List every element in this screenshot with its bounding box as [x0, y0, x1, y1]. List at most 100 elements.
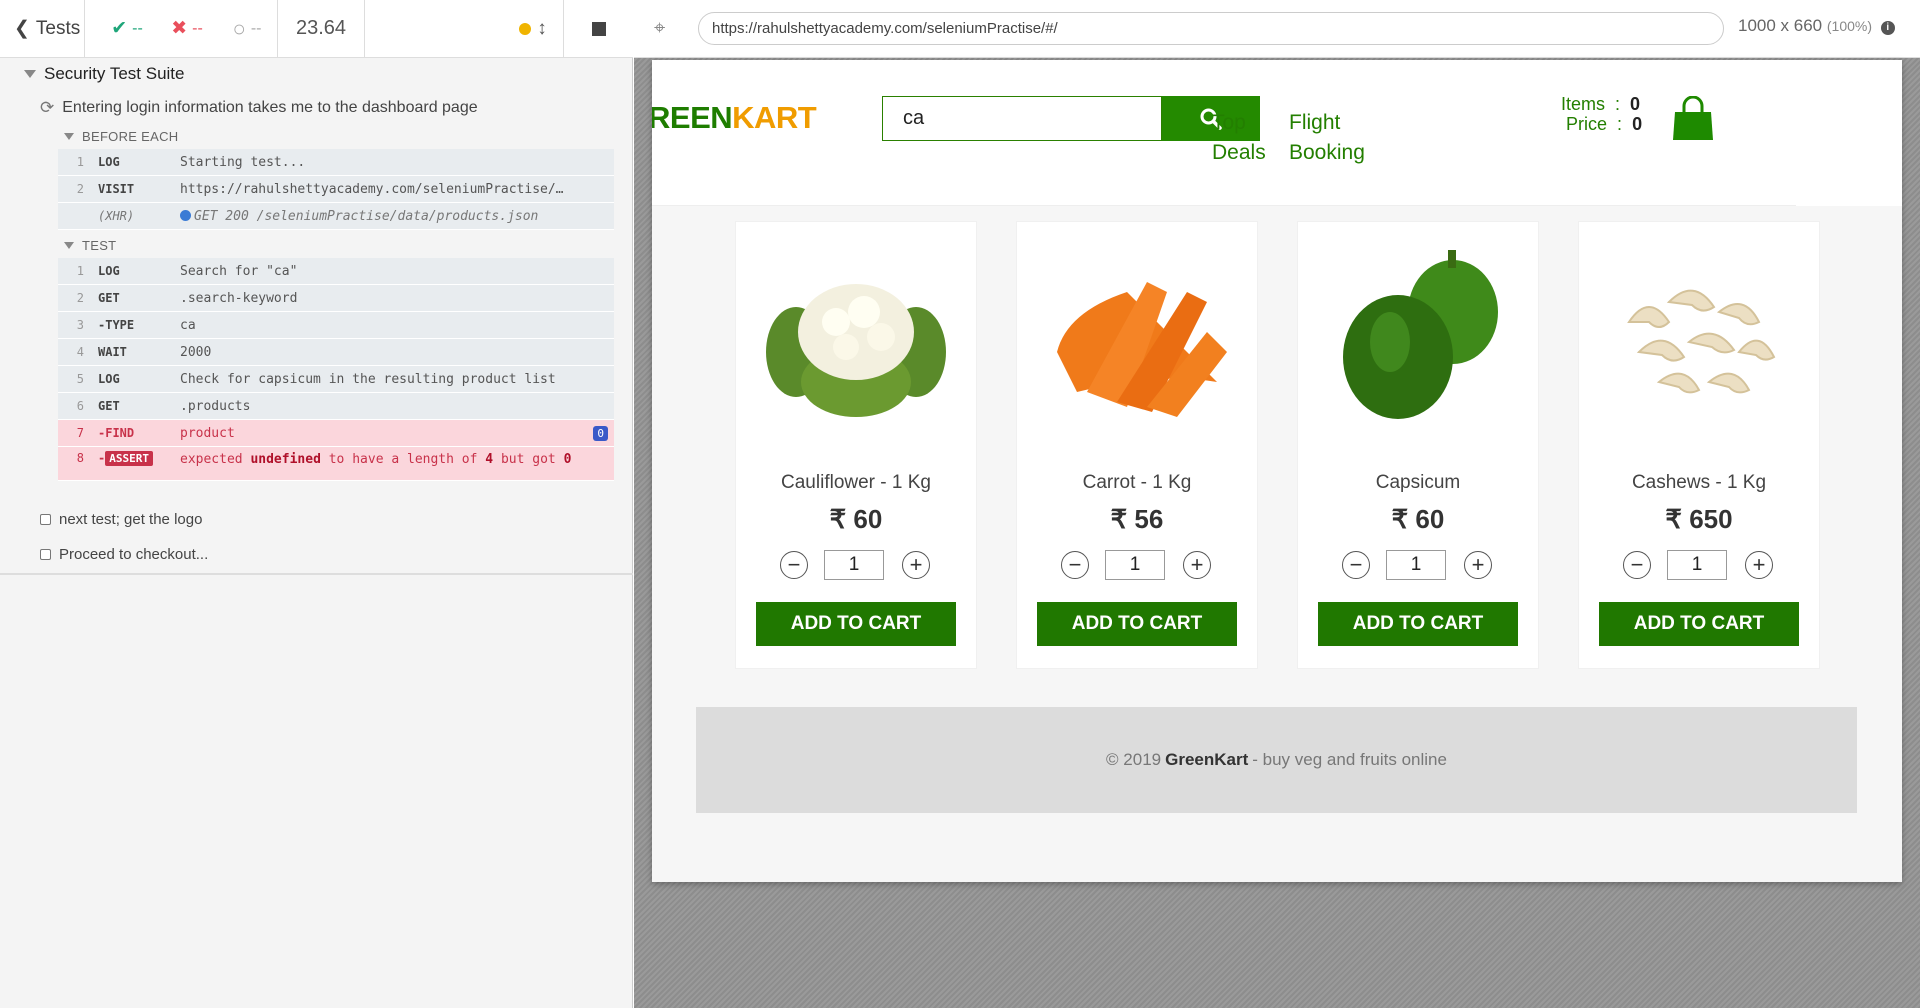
pending-test-row[interactable]: Proceed to checkout... [40, 546, 208, 563]
increment-button[interactable]: + [1745, 551, 1773, 579]
element-count-badge: 0 [593, 425, 608, 441]
quantity-field[interactable]: 1 [824, 550, 884, 580]
product-price: ₹ 60 [1391, 504, 1445, 534]
quantity-stepper: − 1 + [1061, 550, 1213, 582]
pending-stat: ○ -- [232, 15, 262, 41]
site-footer: © 2019 GreenKart - buy veg and fruits on… [696, 707, 1857, 813]
stop-button[interactable] [563, 0, 633, 58]
product-card: Cauliflower - 1 Kg ₹ 60 − 1 + ADD TO CAR… [736, 222, 976, 668]
product-card: Carrot - 1 Kg ₹ 56 − 1 + ADD TO CART [1017, 222, 1257, 668]
cauliflower-image [766, 284, 946, 417]
product-name: Cashews - 1 Kg [1631, 472, 1767, 493]
product-name: Cauliflower - 1 Kg [781, 472, 931, 493]
before-each-commands: 1 LOG Starting test... 2 VISIT https://r… [58, 149, 614, 230]
carrot-image [1057, 282, 1227, 417]
quantity-stepper: − 1 + [780, 550, 932, 582]
increment-button[interactable]: + [1183, 551, 1211, 579]
product-list: Cauliflower - 1 Kg ₹ 60 − 1 + ADD TO CAR… [736, 222, 1836, 672]
auto-scroll-toggle[interactable]: ↕ [503, 0, 563, 58]
product-card: Cashews - 1 Kg ₹ 650 − 1 + ADD TO CART [1579, 222, 1819, 668]
test-body-header[interactable]: TEST [64, 238, 116, 253]
product-name: Capsicum [1375, 472, 1461, 493]
test-title-row[interactable]: ⟳ Entering login information takes me to… [40, 98, 478, 118]
collapse-icon [64, 242, 74, 249]
command-row[interactable]: 4 WAIT 2000 [58, 339, 614, 366]
circle-icon: ○ [232, 15, 246, 41]
quantity-field[interactable]: 1 [1667, 550, 1727, 580]
product-price: ₹ 60 [829, 504, 883, 534]
command-row-failed-find[interactable]: 7 -FIND product 0 [58, 420, 614, 447]
suite-title-row[interactable]: Security Test Suite [24, 64, 184, 84]
cypress-runner-panel: ❮ Tests ✔ -- ✖ -- ○ -- 23.64 ↕ Security … [0, 0, 633, 1008]
collapse-icon [64, 133, 74, 140]
greenkart-app-frame: REENKART Top Deals Flight Booking Items … [652, 60, 1902, 882]
running-indicator-icon [519, 22, 532, 35]
quantity-field[interactable]: 1 [1105, 550, 1165, 580]
add-to-cart-button[interactable]: ADD TO CART [1599, 602, 1799, 646]
xhr-status-icon [180, 209, 191, 221]
pending-checkbox-icon [40, 549, 51, 560]
test-title: Entering login information takes me to t… [62, 99, 478, 116]
product-card: Capsicum ₹ 60 − 1 + ADD TO CART [1298, 222, 1538, 668]
cashews-image [1627, 289, 1776, 394]
pending-test-row[interactable]: next test; get the logo [40, 511, 202, 528]
greenkart-logo[interactable]: REENKART [652, 100, 817, 136]
top-deals-link[interactable]: Top Deals [1212, 108, 1266, 168]
info-icon[interactable]: i [1880, 21, 1895, 35]
capsicum-image [1343, 250, 1498, 419]
viewport-size: 1000 x 660 (100%) i [1738, 16, 1895, 36]
duration: 23.64 [277, 0, 365, 58]
increment-button[interactable]: + [1464, 551, 1492, 579]
quantity-field[interactable]: 1 [1386, 550, 1446, 580]
product-price: ₹ 56 [1110, 504, 1164, 534]
add-to-cart-button[interactable]: ADD TO CART [1318, 602, 1518, 646]
stop-icon [591, 21, 606, 36]
scroll-arrows-icon: ↕ [537, 17, 547, 39]
command-row[interactable]: 2 VISIT https://rahulshettyacademy.com/s… [58, 176, 614, 203]
back-to-tests-button[interactable]: ❮ Tests [0, 0, 85, 58]
command-row-failed-assert[interactable]: 8 - ASSERT expected undefined to have a l… [58, 447, 614, 481]
command-row[interactable]: 2 GET .search-keyword [58, 285, 614, 312]
refresh-icon: ⟳ [40, 98, 55, 117]
back-label: Tests [35, 17, 81, 39]
decrement-button[interactable]: − [1342, 551, 1370, 579]
runner-toolbar: ❮ Tests ✔ -- ✖ -- ○ -- 23.64 ↕ [0, 0, 633, 58]
check-icon: ✔ [111, 18, 128, 39]
footer-brand: GreenKart [1165, 750, 1249, 769]
command-row[interactable]: 3 -TYPE ca [58, 312, 614, 339]
cart-summary: Items :0 Price :0 [1561, 94, 1643, 134]
aut-preview-area: ⌖ https://rahulshettyacademy.com/seleniu… [634, 0, 1920, 1008]
increment-button[interactable]: + [902, 551, 930, 579]
flight-booking-link[interactable]: Flight Booking [1289, 108, 1365, 168]
command-row[interactable]: 1 LOG Starting test... [58, 149, 614, 176]
url-bar: ⌖ https://rahulshettyacademy.com/seleniu… [634, 0, 1920, 58]
suite-title: Security Test Suite [44, 64, 185, 83]
search-input[interactable] [882, 96, 1162, 141]
pending-checkbox-icon [40, 514, 51, 525]
decrement-button[interactable]: − [1623, 551, 1651, 579]
add-to-cart-button[interactable]: ADD TO CART [1037, 602, 1237, 646]
cart-items-count: 0 [1630, 94, 1641, 114]
test-commands: 1 LOG Search for "ca" 2 GET .search-keyword … [58, 258, 614, 481]
cart-bag-icon[interactable] [1672, 96, 1714, 142]
quantity-stepper: − 1 + [1342, 550, 1494, 582]
url-display[interactable]: https://rahulshettyacademy.com/seleniumP… [698, 12, 1724, 45]
cross-icon: ✖ [171, 18, 188, 39]
decrement-button[interactable]: − [1061, 551, 1089, 579]
add-to-cart-button[interactable]: ADD TO CART [756, 602, 956, 646]
command-row-xhr[interactable]: (XHR) GET 200 /seleniumPractise/data/pro… [58, 203, 614, 230]
collapse-icon [24, 70, 36, 78]
passed-stat: ✔ -- [111, 18, 143, 39]
selector-playground-crosshair-icon[interactable]: ⌖ [654, 17, 676, 39]
cart-price-total: 0 [1632, 114, 1643, 134]
site-header: REENKART Top Deals Flight Booking Items … [652, 60, 1796, 206]
command-row[interactable]: 6 GET .products [58, 393, 614, 420]
quantity-stepper: − 1 + [1623, 550, 1775, 582]
chevron-left-icon: ❮ [14, 18, 30, 39]
assert-label: ASSERT [105, 451, 153, 466]
command-row[interactable]: 5 LOG Check for capsicum in the resulting … [58, 366, 614, 393]
before-each-hook[interactable]: BEFORE EACH [64, 129, 178, 144]
failed-stat: ✖ -- [171, 18, 203, 39]
decrement-button[interactable]: − [780, 551, 808, 579]
command-row[interactable]: 1 LOG Search for "ca" [58, 258, 614, 285]
